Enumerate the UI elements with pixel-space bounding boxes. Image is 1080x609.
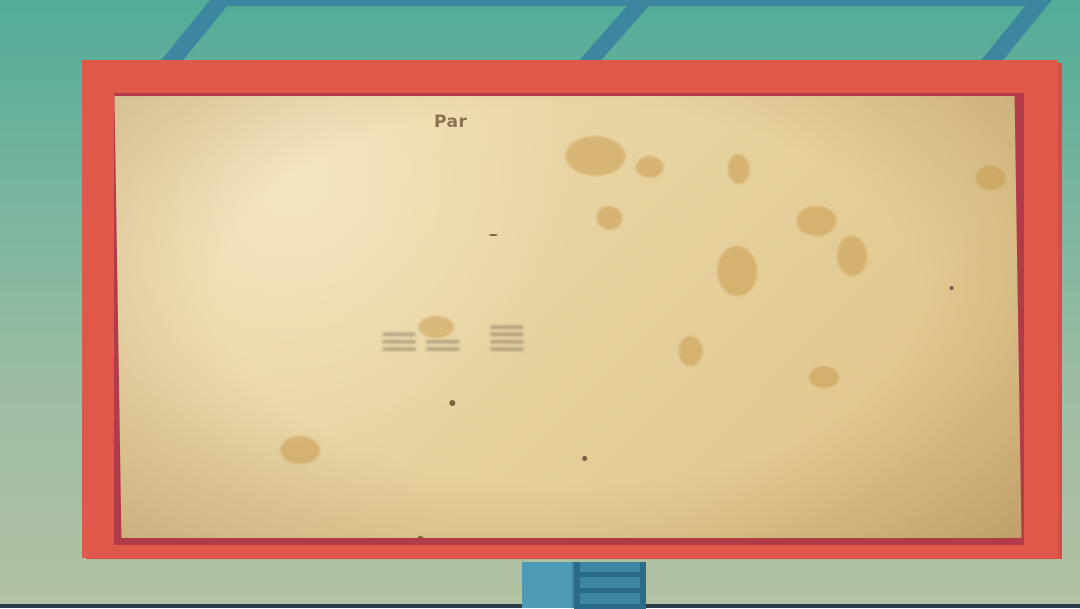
scaffold-beams [158, 0, 1052, 64]
sign-label: Par [434, 112, 468, 132]
billboard-scene: 𝍢𝍡 𝍣 Par [0, 0, 1080, 609]
parchment-panel: 𝍢𝍡 𝍣 [114, 96, 1022, 538]
faded-ink-marks: 𝍢𝍡 𝍣 [379, 308, 532, 362]
billboard-stand [522, 562, 646, 609]
